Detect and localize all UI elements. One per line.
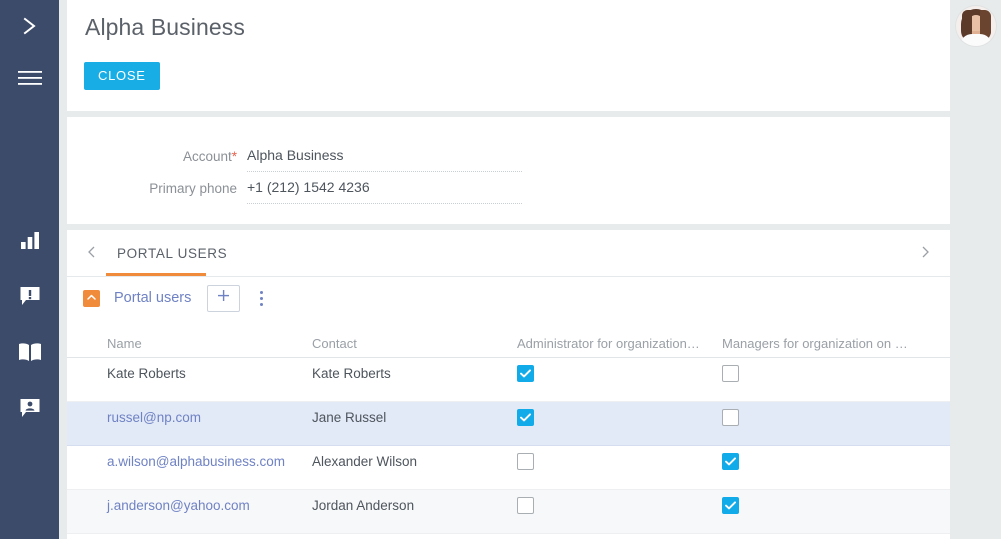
main-menu-button[interactable] bbox=[0, 52, 59, 104]
sidebar-item-feed[interactable] bbox=[0, 380, 59, 436]
collapse-section-button[interactable] bbox=[83, 289, 100, 307]
field-primary-phone: Primary phone +1 (212) 1542 4236 bbox=[67, 177, 950, 209]
cell-contact: Jane Russel bbox=[312, 410, 387, 425]
detail-tabs-card: PORTAL USERS Portal users Name Contact A… bbox=[67, 230, 950, 539]
checkbox-administrator[interactable] bbox=[517, 409, 534, 426]
add-portal-user-button[interactable] bbox=[207, 284, 241, 312]
hamburger-menu-icon bbox=[17, 69, 43, 87]
cell-contact: Alexander Wilson bbox=[312, 454, 418, 469]
user-avatar-button[interactable] bbox=[950, 0, 1001, 52]
cell-name[interactable]: j.anderson@yahoo.com bbox=[107, 497, 300, 514]
tab-scroll-right-button[interactable] bbox=[914, 243, 936, 265]
field-account: Account* Alpha Business bbox=[67, 145, 950, 177]
sidebar-item-knowledge-base[interactable] bbox=[0, 324, 59, 380]
checkbox-administrator[interactable] bbox=[517, 453, 534, 470]
sidebar-item-dashboards[interactable] bbox=[0, 212, 59, 268]
cell-name: Kate Roberts bbox=[107, 366, 186, 381]
table-row[interactable]: russel@np.com Jane Russel bbox=[67, 402, 950, 446]
tab-strip: PORTAL USERS bbox=[67, 230, 950, 277]
alert-bubble-icon bbox=[19, 285, 41, 307]
record-fields-card: Account* Alpha Business Primary phone +1… bbox=[67, 117, 950, 224]
field-account-value[interactable]: Alpha Business bbox=[247, 147, 522, 172]
column-header-name[interactable]: Name bbox=[107, 336, 312, 351]
column-header-managers[interactable]: Managers for organization on … bbox=[722, 336, 922, 351]
cell-contact: Kate Roberts bbox=[312, 366, 391, 381]
checkbox-administrator[interactable] bbox=[517, 497, 534, 514]
checkbox-manager[interactable] bbox=[722, 497, 739, 514]
field-account-label: Account* bbox=[77, 149, 237, 164]
avatar bbox=[955, 6, 996, 46]
table-row[interactable]: Kate Roberts Kate Roberts bbox=[67, 358, 950, 402]
vertical-dots-icon bbox=[259, 290, 263, 306]
plus-icon bbox=[216, 288, 231, 308]
field-account-label-text: Account bbox=[182, 149, 232, 164]
cell-name[interactable]: russel@np.com bbox=[107, 409, 300, 426]
chevron-up-icon bbox=[86, 289, 97, 307]
chevron-left-icon bbox=[85, 245, 99, 264]
tab-portal-users[interactable]: PORTAL USERS bbox=[106, 230, 238, 276]
portal-users-section-title[interactable]: Portal users bbox=[114, 290, 191, 306]
close-button[interactable]: CLOSE bbox=[84, 62, 160, 90]
field-primary-phone-label: Primary phone bbox=[149, 181, 237, 196]
chevron-right-icon bbox=[19, 15, 41, 37]
checkbox-administrator[interactable] bbox=[517, 365, 534, 382]
checkbox-manager[interactable] bbox=[722, 453, 739, 470]
chevron-right-icon bbox=[918, 245, 932, 264]
required-asterisk: * bbox=[231, 149, 237, 164]
table-row[interactable]: j.anderson@yahoo.com Jordan Anderson bbox=[67, 490, 950, 534]
cell-contact: Jordan Anderson bbox=[312, 498, 415, 513]
tab-portal-users-label: PORTAL USERS bbox=[117, 245, 228, 261]
table-row[interactable]: samuelmelendrez@gmail.com samuelmelendre… bbox=[67, 534, 950, 539]
record-header-card: Alpha Business CLOSE bbox=[67, 0, 950, 111]
checkbox-manager[interactable] bbox=[722, 365, 739, 382]
application-window: Alpha Business CLOSE Account* Alpha Busi… bbox=[0, 0, 1001, 539]
grid-header-row: Name Contact Administrator for organizat… bbox=[67, 330, 950, 358]
field-primary-phone-value[interactable]: +1 (212) 1542 4236 bbox=[247, 179, 522, 204]
bar-chart-icon bbox=[19, 229, 41, 251]
left-sidebar bbox=[0, 0, 59, 539]
open-book-icon bbox=[18, 342, 42, 362]
sidebar-item-notifications[interactable] bbox=[0, 268, 59, 324]
column-header-contact[interactable]: Contact bbox=[312, 336, 517, 351]
checkbox-manager[interactable] bbox=[722, 409, 739, 426]
column-header-administrator[interactable]: Administrator for organization… bbox=[517, 336, 722, 351]
page-title: Alpha Business bbox=[85, 14, 245, 40]
tab-scroll-left-button[interactable] bbox=[81, 243, 103, 265]
person-bubble-icon bbox=[19, 397, 41, 419]
expand-sidebar-button[interactable] bbox=[0, 0, 59, 52]
table-row[interactable]: a.wilson@alphabusiness.com Alexander Wil… bbox=[67, 446, 950, 490]
section-more-menu-button[interactable] bbox=[253, 287, 269, 309]
portal-users-grid: Name Contact Administrator for organizat… bbox=[67, 330, 950, 539]
cell-name[interactable]: a.wilson@alphabusiness.com bbox=[107, 453, 300, 470]
portal-users-section-header: Portal users bbox=[67, 276, 950, 320]
